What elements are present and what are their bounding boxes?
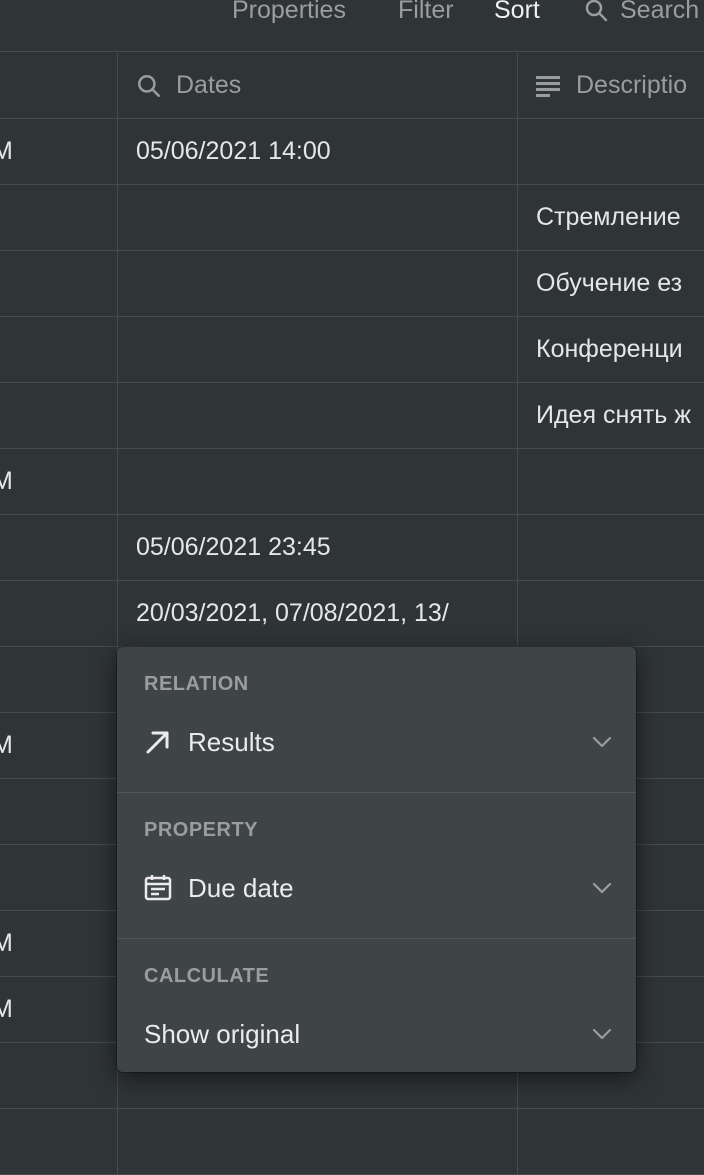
cell-name[interactable] xyxy=(0,1109,117,1174)
view-toolbar: Properties Filter Sort Search xyxy=(0,0,704,52)
cell-dates[interactable]: 20/03/2021, 07/08/2021, 13/ xyxy=(117,581,517,646)
header-cell-name[interactable] xyxy=(0,53,117,118)
cell-name[interactable]: I xyxy=(0,251,117,316)
cell-dates[interactable] xyxy=(117,185,517,250)
arrow-up-right-icon xyxy=(144,728,172,756)
cell-dates[interactable] xyxy=(117,1109,517,1174)
cell-name[interactable]: M xyxy=(0,713,117,778)
properties-button[interactable]: Properties xyxy=(232,0,346,25)
calculate-label: CALCULATE xyxy=(144,965,270,987)
cell-name[interactable] xyxy=(0,185,117,250)
cell-dates[interactable] xyxy=(117,251,517,316)
cell-name-text: M xyxy=(0,995,13,1023)
table-row[interactable]: M xyxy=(0,449,704,515)
cell-name[interactable]: I xyxy=(0,845,117,910)
cell-name-text: M xyxy=(0,137,13,165)
search-label: Search xyxy=(620,0,700,24)
sort-button[interactable]: Sort xyxy=(494,0,540,25)
cell-name[interactable] xyxy=(0,317,117,382)
relation-value: Results xyxy=(188,726,275,757)
cell-description[interactable]: Стремление xyxy=(517,185,704,250)
cell-dates[interactable]: 05/06/2021 14:00 xyxy=(117,119,517,184)
table-row[interactable]: Стремление xyxy=(0,185,704,251)
relation-section: RELATION Results xyxy=(117,647,636,793)
cell-name[interactable]: M xyxy=(0,911,117,976)
table-row[interactable] xyxy=(0,1109,704,1175)
search-button[interactable]: Search xyxy=(584,0,699,25)
calendar-icon xyxy=(144,874,172,902)
cell-name[interactable]: I xyxy=(0,383,117,448)
cell-name[interactable] xyxy=(0,779,117,844)
cell-name[interactable]: M xyxy=(0,119,117,184)
table-row[interactable]: I Идея снять ж xyxy=(0,383,704,449)
cell-dates[interactable] xyxy=(117,383,517,448)
cell-dates[interactable] xyxy=(117,449,517,514)
cell-name-text: M xyxy=(0,467,13,495)
cell-description[interactable]: Конференци xyxy=(517,317,704,382)
cell-name-text: M xyxy=(0,929,13,957)
cell-name[interactable]: M xyxy=(0,977,117,1042)
cell-description[interactable] xyxy=(517,119,704,184)
header-cell-dates[interactable]: Dates xyxy=(117,53,517,118)
rollup-config-popover: RELATION Results PROPERTY Due date CALCU… xyxy=(117,647,636,1072)
property-value: Due date xyxy=(188,872,294,903)
table-row[interactable]: Конференци xyxy=(0,317,704,383)
cell-description[interactable] xyxy=(517,581,704,646)
search-icon xyxy=(585,0,608,22)
cell-dates[interactable]: 05/06/2021 23:45 xyxy=(117,515,517,580)
table-row[interactable]: 05/06/2021 23:45 xyxy=(0,515,704,581)
text-lines-icon xyxy=(536,75,562,97)
chevron-down-icon xyxy=(592,1028,612,1040)
property-section: PROPERTY Due date xyxy=(117,793,636,939)
filter-button[interactable]: Filter xyxy=(398,0,454,25)
chevron-down-icon xyxy=(592,882,612,894)
cell-description[interactable]: Идея снять ж xyxy=(517,383,704,448)
cell-dates[interactable] xyxy=(117,317,517,382)
cell-name[interactable] xyxy=(0,581,117,646)
cell-description[interactable] xyxy=(517,1109,704,1174)
relation-label: RELATION xyxy=(144,673,249,695)
cell-name-text: M xyxy=(0,731,13,759)
calculate-section: CALCULATE Show original xyxy=(117,939,636,1072)
table-row[interactable]: M 05/06/2021 14:00 xyxy=(0,119,704,185)
table-header-row: Dates Descriptio xyxy=(0,53,704,119)
search-icon xyxy=(136,73,162,99)
calculate-value: Show original xyxy=(144,1018,301,1049)
header-label-description: Descriptio xyxy=(576,71,688,99)
cell-description[interactable] xyxy=(517,449,704,514)
header-label-dates: Dates xyxy=(176,71,242,99)
cell-name[interactable] xyxy=(0,647,117,712)
cell-name[interactable] xyxy=(0,1043,117,1108)
cell-name[interactable]: M xyxy=(0,449,117,514)
relation-select[interactable]: Results xyxy=(144,721,614,763)
cell-description[interactable] xyxy=(517,515,704,580)
property-select[interactable]: Due date xyxy=(144,867,614,909)
cell-description[interactable]: Обучение ез xyxy=(517,251,704,316)
calculate-select[interactable]: Show original xyxy=(144,1013,614,1055)
property-label: PROPERTY xyxy=(144,819,259,841)
table-row[interactable]: I Обучение ез xyxy=(0,251,704,317)
header-cell-description[interactable]: Descriptio xyxy=(517,53,704,118)
chevron-down-icon xyxy=(592,736,612,748)
cell-name[interactable] xyxy=(0,515,117,580)
table-row[interactable]: 20/03/2021, 07/08/2021, 13/ xyxy=(0,581,704,647)
